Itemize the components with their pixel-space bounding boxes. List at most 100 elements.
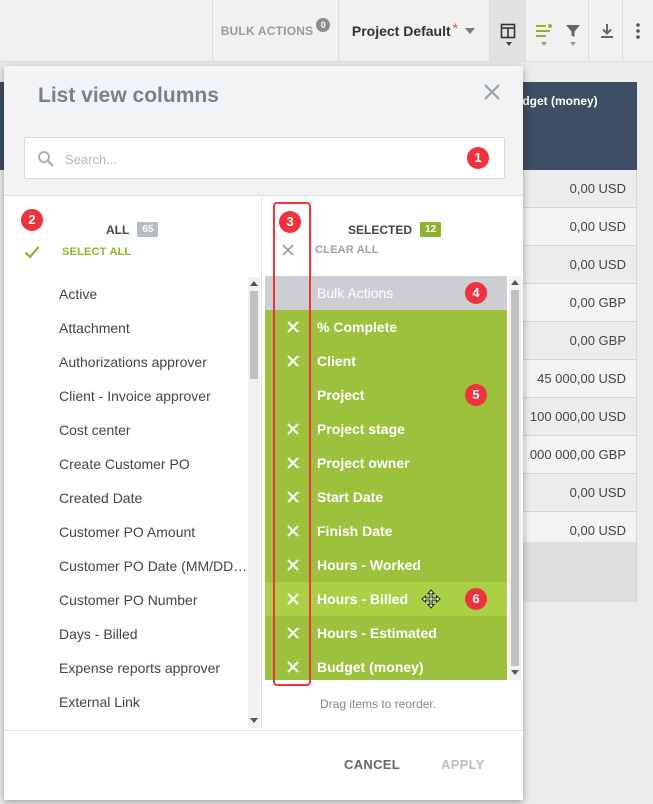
selected-column-item[interactable]: Hours - Estimated bbox=[265, 616, 507, 650]
more-vertical-icon bbox=[636, 23, 640, 39]
column-layout-button[interactable] bbox=[489, 0, 525, 62]
selected-column-label: Hours - Billed bbox=[317, 591, 409, 607]
annotation-marker-1: 1 bbox=[467, 147, 489, 169]
top-toolbar: BULK ACTIONS 0 Project Default * bbox=[0, 0, 653, 62]
available-column-item[interactable]: Attachment bbox=[4, 311, 248, 345]
selected-column-label: Start Date bbox=[317, 489, 384, 505]
scroll-down-arrow[interactable] bbox=[250, 718, 258, 723]
selected-column-item[interactable]: Start Date bbox=[265, 480, 507, 514]
annotation-marker-2: 2 bbox=[21, 209, 43, 231]
selected-column-label: Budget (money) bbox=[317, 659, 424, 675]
selected-column-item[interactable]: Project stage bbox=[265, 412, 507, 446]
drag-hint: Drag items to reorder. bbox=[320, 697, 437, 711]
remove-x-icon[interactable] bbox=[286, 422, 300, 436]
annotation-marker-6: 6 bbox=[465, 588, 487, 610]
selected-columns-header: SELECTED 12 bbox=[348, 222, 442, 237]
clear-all-button[interactable]: CLEAR ALL bbox=[282, 244, 379, 256]
selected-column-item[interactable]: Client bbox=[265, 344, 507, 378]
selected-column-item[interactable]: Project 5 bbox=[265, 378, 507, 412]
remove-x-icon[interactable] bbox=[286, 592, 300, 606]
selected-column-label: Finish Date bbox=[317, 523, 393, 539]
selected-count-badge: 12 bbox=[420, 222, 442, 237]
cancel-button[interactable]: CANCEL bbox=[344, 757, 400, 772]
all-label: ALL bbox=[106, 222, 130, 237]
dialog-footer: CANCEL APPLY bbox=[4, 730, 523, 800]
remove-x-icon[interactable] bbox=[286, 354, 300, 368]
annotation-marker-5: 5 bbox=[465, 384, 487, 406]
selected-column-item[interactable]: Budget (money) bbox=[265, 650, 507, 680]
selected-column-label: Project stage bbox=[317, 421, 405, 437]
selected-columns-list: Bulk Actions 4 % Complete Client Project… bbox=[265, 276, 507, 680]
search-box: 1 bbox=[24, 137, 505, 179]
close-icon bbox=[484, 84, 500, 100]
selected-column-label: Client bbox=[317, 353, 356, 369]
scroll-down-arrow[interactable] bbox=[511, 670, 519, 675]
search-icon bbox=[38, 151, 54, 167]
selected-column-item[interactable]: Hours - Billed 6 bbox=[265, 582, 507, 616]
view-selector[interactable]: Project Default * bbox=[338, 0, 488, 62]
scroll-up-arrow[interactable] bbox=[511, 280, 519, 285]
filter-button[interactable] bbox=[555, 0, 591, 62]
dialog-header: List view columns 1 bbox=[4, 66, 523, 196]
available-column-item[interactable]: External Link bbox=[4, 685, 248, 719]
selected-column-label: Hours - Worked bbox=[317, 557, 421, 573]
bulk-actions-label: BULK ACTIONS bbox=[220, 24, 314, 38]
selected-column-item[interactable]: Bulk Actions 4 bbox=[265, 276, 507, 310]
annotation-marker-4: 4 bbox=[465, 282, 487, 304]
available-column-item[interactable]: Active bbox=[4, 277, 248, 311]
available-column-item[interactable]: Customer PO Amount bbox=[4, 515, 248, 549]
list-settings-icon bbox=[535, 24, 552, 37]
selected-column-item[interactable]: Finish Date bbox=[265, 514, 507, 548]
view-label: Project Default bbox=[351, 23, 451, 39]
remove-x-icon[interactable] bbox=[286, 660, 300, 674]
chevron-down-icon bbox=[465, 28, 476, 34]
available-column-item[interactable]: Created Date bbox=[4, 481, 248, 515]
selected-column-item[interactable]: Hours - Worked bbox=[265, 548, 507, 582]
remove-x-icon[interactable] bbox=[286, 626, 300, 640]
available-column-item[interactable]: Client - Invoice approver bbox=[4, 379, 248, 413]
remove-x-icon[interactable] bbox=[286, 558, 300, 572]
available-column-item[interactable]: Create Customer PO bbox=[4, 447, 248, 481]
available-columns-pane: 2 ALL 65 SELECT ALL Active Attachment Au… bbox=[4, 197, 261, 729]
selected-column-label: Project owner bbox=[317, 455, 410, 471]
available-column-item[interactable]: Customer PO Number bbox=[4, 583, 248, 617]
available-column-item[interactable]: Days - Billed bbox=[4, 617, 248, 651]
selected-column-item[interactable]: Project owner bbox=[265, 446, 507, 480]
selected-column-item[interactable]: % Complete bbox=[265, 310, 507, 344]
available-columns-list: Active Attachment Authorizations approve… bbox=[4, 277, 248, 728]
scroll-up-arrow[interactable] bbox=[250, 281, 258, 286]
list-view-columns-dialog: List view columns 1 2 ALL 65 SELECT ALL … bbox=[4, 66, 523, 800]
apply-button[interactable]: APPLY bbox=[441, 757, 485, 772]
view-required-mark: * bbox=[452, 20, 459, 36]
select-all-label: SELECT ALL bbox=[62, 246, 132, 258]
more-button[interactable] bbox=[622, 0, 653, 62]
available-column-item[interactable]: Expense reports approver bbox=[4, 651, 248, 685]
download-button[interactable] bbox=[588, 0, 624, 62]
selected-column-label: Hours - Estimated bbox=[317, 625, 437, 641]
filter-icon bbox=[566, 25, 580, 37]
selected-list-scrollbar[interactable] bbox=[509, 276, 521, 680]
search-input[interactable] bbox=[65, 148, 465, 170]
selected-label: SELECTED bbox=[348, 222, 413, 237]
selected-column-label: Project bbox=[317, 387, 365, 403]
remove-x-icon[interactable] bbox=[286, 456, 300, 470]
scroll-thumb[interactable] bbox=[250, 291, 258, 379]
checkmark-icon bbox=[24, 246, 40, 259]
available-list-scrollbar[interactable] bbox=[248, 277, 260, 728]
bulk-actions-button[interactable]: BULK ACTIONS 0 bbox=[212, 0, 338, 62]
close-button[interactable] bbox=[480, 80, 504, 104]
all-columns-header: ALL 65 bbox=[106, 222, 159, 237]
selected-column-label: Bulk Actions bbox=[317, 285, 394, 301]
available-column-item[interactable]: Authorizations approver bbox=[4, 345, 248, 379]
remove-x-icon[interactable] bbox=[286, 320, 300, 334]
available-column-item[interactable]: Cost center bbox=[4, 413, 248, 447]
remove-x-icon[interactable] bbox=[286, 524, 300, 538]
selected-column-label: % Complete bbox=[317, 319, 398, 335]
select-all-button[interactable]: SELECT ALL bbox=[24, 245, 131, 259]
available-column-item[interactable]: Customer PO Date (MM/DD/YYYY) bbox=[4, 549, 248, 583]
all-count-badge: 65 bbox=[137, 222, 159, 237]
annotation-marker-3: 3 bbox=[279, 211, 301, 233]
clear-all-label: CLEAR ALL bbox=[315, 244, 379, 256]
remove-x-icon[interactable] bbox=[286, 490, 300, 504]
scroll-thumb[interactable] bbox=[511, 290, 519, 666]
